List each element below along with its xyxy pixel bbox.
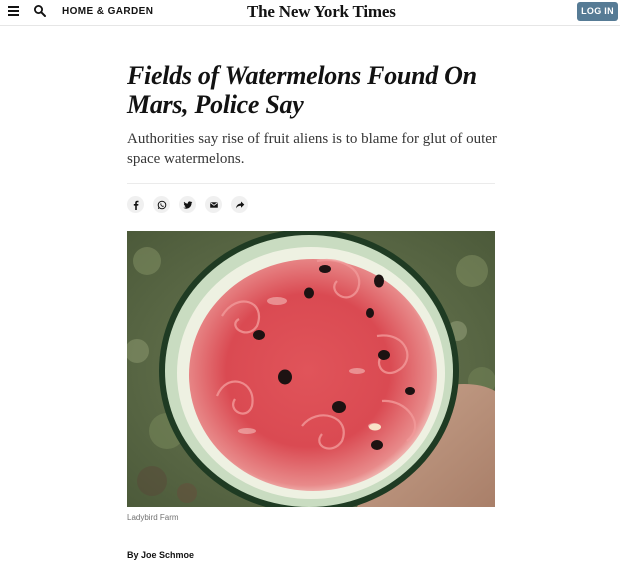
login-button[interactable]: LOG IN bbox=[577, 2, 618, 21]
article-photo-watermelon bbox=[127, 231, 495, 507]
top-navigation-bar: HOME & GARDEN The New York Times LOG IN bbox=[0, 0, 620, 26]
search-icon[interactable] bbox=[33, 4, 47, 18]
hamburger-menu-icon[interactable] bbox=[8, 6, 20, 18]
byline-prefix: By bbox=[127, 550, 139, 560]
divider bbox=[127, 183, 495, 184]
twitter-icon[interactable] bbox=[179, 196, 196, 213]
byline: By Joe Schmoe bbox=[127, 550, 194, 560]
email-icon[interactable] bbox=[205, 196, 222, 213]
article-headline: Fields of Watermelons Found On Mars, Pol… bbox=[127, 61, 477, 119]
whatsapp-icon[interactable] bbox=[153, 196, 170, 213]
masthead-logo[interactable]: The New York Times bbox=[247, 2, 396, 22]
section-link-home-garden[interactable]: HOME & GARDEN bbox=[62, 6, 153, 17]
share-toolbar bbox=[127, 196, 248, 213]
photo-caption: Ladybird Farm bbox=[127, 513, 179, 522]
share-arrow-icon[interactable] bbox=[231, 196, 248, 213]
article-summary: Authorities say rise of fruit aliens is … bbox=[127, 131, 497, 167]
facebook-icon[interactable] bbox=[127, 196, 144, 213]
byline-author-link[interactable]: Joe Schmoe bbox=[141, 550, 194, 560]
